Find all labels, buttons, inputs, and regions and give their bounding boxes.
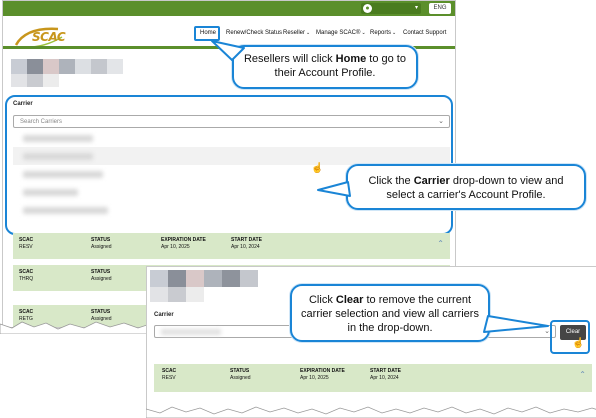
callout-pointers [211, 40, 549, 333]
annotated-screenshot: ● ▾ ENG SCAC Home Renew/Check Status Res… [0, 0, 596, 418]
